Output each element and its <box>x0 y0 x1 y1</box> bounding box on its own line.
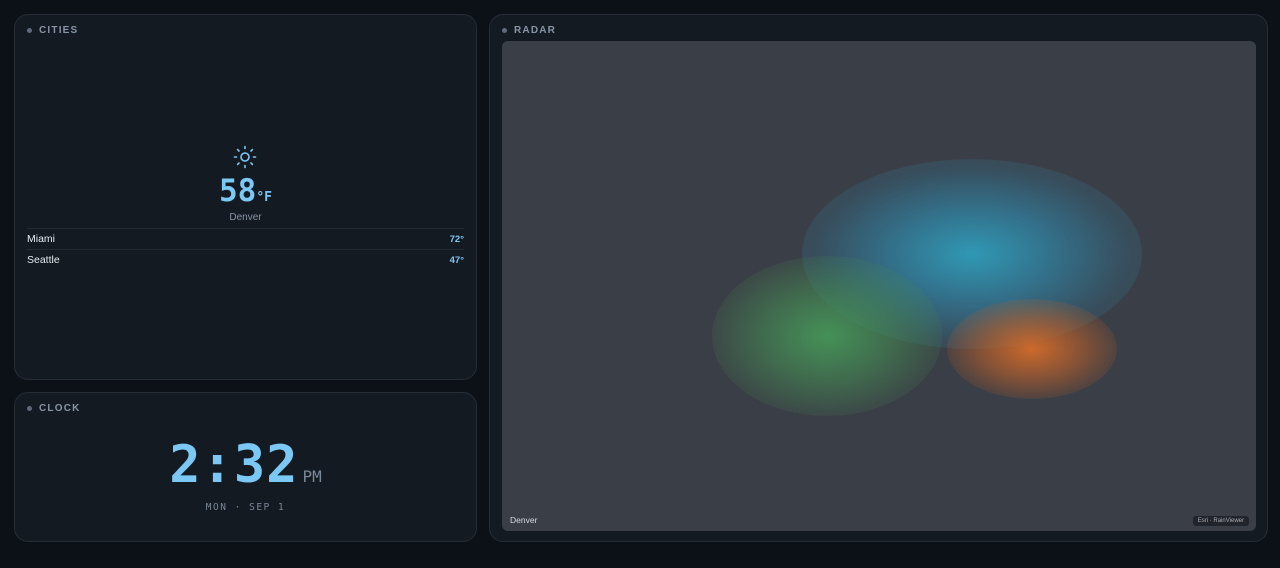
radar-map[interactable]: Denver Esri · RainViewer <box>502 41 1256 531</box>
precipitation-blob-orange <box>947 299 1117 399</box>
clock-date: MON · SEP 1 <box>205 502 286 513</box>
cities-panel-title: CITIES <box>39 25 79 36</box>
clock-panel-title: CLOCK <box>39 403 81 414</box>
radar-panel: RADAR Denver Esri · RainViewer <box>489 14 1268 542</box>
clock-time: 2:32 PM <box>15 435 476 495</box>
map-location-label: Denver <box>510 515 538 525</box>
current-city-name: Denver <box>229 212 262 223</box>
city-row-name: Seattle <box>27 254 60 266</box>
current-temperature-unit: °F <box>256 190 272 205</box>
clock-time-value: 2:32 <box>169 435 299 495</box>
radar-panel-header: RADAR <box>502 25 556 36</box>
current-temperature: 58°F <box>15 173 476 209</box>
status-dot <box>27 28 32 33</box>
cities-panel-header: CITIES <box>27 25 78 36</box>
city-row-temp: 72° <box>449 233 464 245</box>
city-row-miami[interactable]: Miami 72° <box>27 228 464 249</box>
status-dot <box>502 28 507 33</box>
city-row-seattle[interactable]: Seattle 47° <box>27 249 464 270</box>
city-row-name: Miami <box>27 233 55 245</box>
current-temperature-value: 58 <box>219 173 257 209</box>
city-row-temp: 47° <box>449 254 464 266</box>
clock-panel-header: CLOCK <box>27 403 81 414</box>
sun-icon <box>233 145 257 169</box>
map-attribution[interactable]: Esri · RainViewer <box>1192 516 1249 526</box>
clock-panel: CLOCK 2:32 PM MON · SEP 1 <box>14 392 477 542</box>
radar-panel-title: RADAR <box>514 25 557 36</box>
city-list: Miami 72° Seattle 47° <box>27 228 464 270</box>
precipitation-blob-green <box>712 256 942 416</box>
clock-ampm: PM <box>302 467 322 486</box>
cities-panel: CITIES 58°F Denver Miami 72° Seattle 47° <box>14 14 477 380</box>
status-dot <box>27 406 32 411</box>
